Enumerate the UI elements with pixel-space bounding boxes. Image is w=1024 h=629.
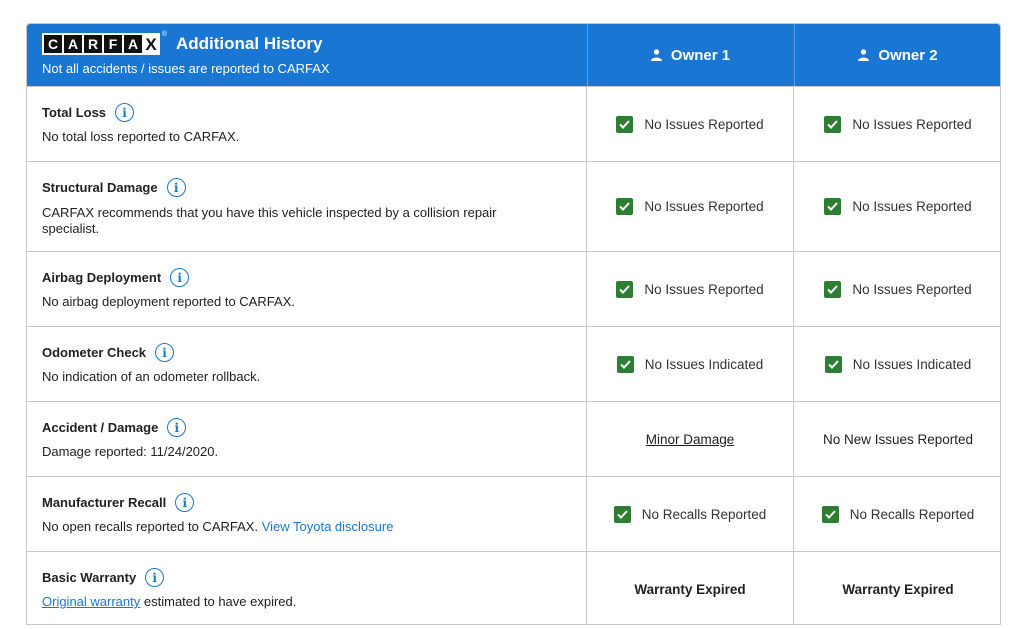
check-icon — [616, 280, 634, 298]
table-row: Manufacturer Recall i No open recalls rep… — [27, 476, 1000, 551]
logo-letter: X — [144, 34, 158, 54]
owner-2-status: No Issues Reported — [852, 199, 972, 214]
row-title: Basic Warranty — [42, 570, 137, 585]
logo-letter: C — [44, 35, 62, 53]
owner-1-status: Warranty Expired — [634, 581, 746, 597]
check-icon — [616, 198, 634, 215]
owner-1-status: No Issues Reported — [644, 281, 764, 297]
owner-2-status: Warranty Expired — [842, 581, 954, 597]
table-row: Odometer Check i No indication of an odom… — [27, 326, 1000, 401]
toyota-disclosure-link[interactable]: View Toyota disclosure — [262, 519, 394, 534]
additional-history-table: C A R F A X ® Additional History Not all… — [26, 23, 1001, 625]
recall-text: No open recalls reported to CARFAX. — [42, 519, 259, 534]
person-icon — [858, 49, 870, 61]
row-description: No open recalls reported to CARFAX. View… — [42, 519, 542, 535]
row-description: Damage reported: 11/24/2020. — [42, 444, 219, 459]
owner-2-status: No Recalls Reported — [849, 506, 975, 522]
info-icon[interactable]: i — [166, 178, 186, 197]
owner-1-status: No Issues Indicated — [644, 356, 764, 372]
owner-2-status: No Issues Reported — [852, 116, 972, 132]
logo-letter: F — [104, 35, 122, 53]
row-description: No total loss reported to CARFAX. — [42, 129, 240, 144]
owner-1-status: No Issues Reported — [644, 116, 764, 132]
minor-damage-link[interactable]: Minor Damage — [646, 432, 735, 447]
info-icon[interactable]: i — [170, 268, 190, 287]
row-description: CARFAX recommends that you have this veh… — [42, 205, 497, 236]
logo-letter: R — [84, 35, 102, 53]
table-row: Total Loss i No total loss reported to CA… — [27, 86, 1000, 161]
owner-2-status: No Issues Indicated — [852, 356, 972, 372]
table-header: C A R F A X ® Additional History Not all… — [27, 24, 1000, 86]
info-icon[interactable]: i — [175, 493, 195, 512]
table-row: Airbag Deployment i No airbag deployment … — [27, 251, 1000, 326]
carfax-logo: C A R F A X ® — [42, 31, 167, 55]
registered-mark: ® — [161, 31, 167, 38]
original-warranty-link[interactable]: Original warranty — [42, 594, 140, 609]
warranty-text: estimated to have expired. — [143, 594, 297, 609]
info-icon[interactable]: i — [167, 418, 187, 437]
owner-1-label: Owner 1 — [670, 46, 731, 64]
check-icon — [824, 198, 842, 215]
logo-letter: A — [64, 35, 82, 53]
row-description: No indication of an odometer rollback. — [42, 369, 261, 384]
owner-2-header: Owner 2 — [794, 24, 1000, 86]
row-title: Odometer Check — [42, 345, 147, 360]
owner-1-header: Owner 1 — [587, 24, 794, 86]
table-row: Basic Warranty i Original warranty estima… — [27, 551, 1000, 624]
check-icon — [616, 355, 634, 373]
owner-2-label: Owner 2 — [878, 46, 938, 64]
check-icon — [613, 505, 631, 523]
owner-1-status: No Issues Reported — [644, 199, 764, 214]
section-subtitle: Not all accidents / issues are reported … — [42, 61, 330, 76]
check-icon — [824, 280, 842, 298]
row-title: Accident / Damage — [42, 420, 159, 435]
check-icon — [616, 115, 634, 133]
row-description: Original warranty estimated to have expi… — [42, 594, 542, 610]
row-title: Airbag Deployment — [42, 270, 162, 285]
logo-letter: A — [124, 35, 142, 53]
person-icon — [650, 49, 662, 61]
info-icon[interactable]: i — [115, 103, 135, 122]
owner-2-status: No Issues Reported — [852, 281, 972, 297]
info-icon[interactable]: i — [145, 568, 165, 587]
check-icon — [824, 115, 842, 133]
row-description: No airbag deployment reported to CARFAX. — [42, 294, 295, 309]
row-title: Structural Damage — [42, 180, 158, 195]
section-title: Additional History — [176, 34, 323, 53]
owner-2-status: No New Issues Reported — [822, 431, 974, 447]
info-icon[interactable]: i — [155, 343, 175, 362]
table-row: Accident / Damage i Damage reported: 11/2… — [27, 401, 1000, 476]
row-title: Manufacturer Recall — [42, 495, 167, 510]
owner-1-status: No Recalls Reported — [641, 506, 767, 522]
row-title: Total Loss — [42, 105, 107, 120]
check-icon — [821, 505, 839, 523]
check-icon — [824, 355, 842, 373]
table-row: Structural Damage i CARFAX recommends tha… — [27, 161, 1000, 251]
